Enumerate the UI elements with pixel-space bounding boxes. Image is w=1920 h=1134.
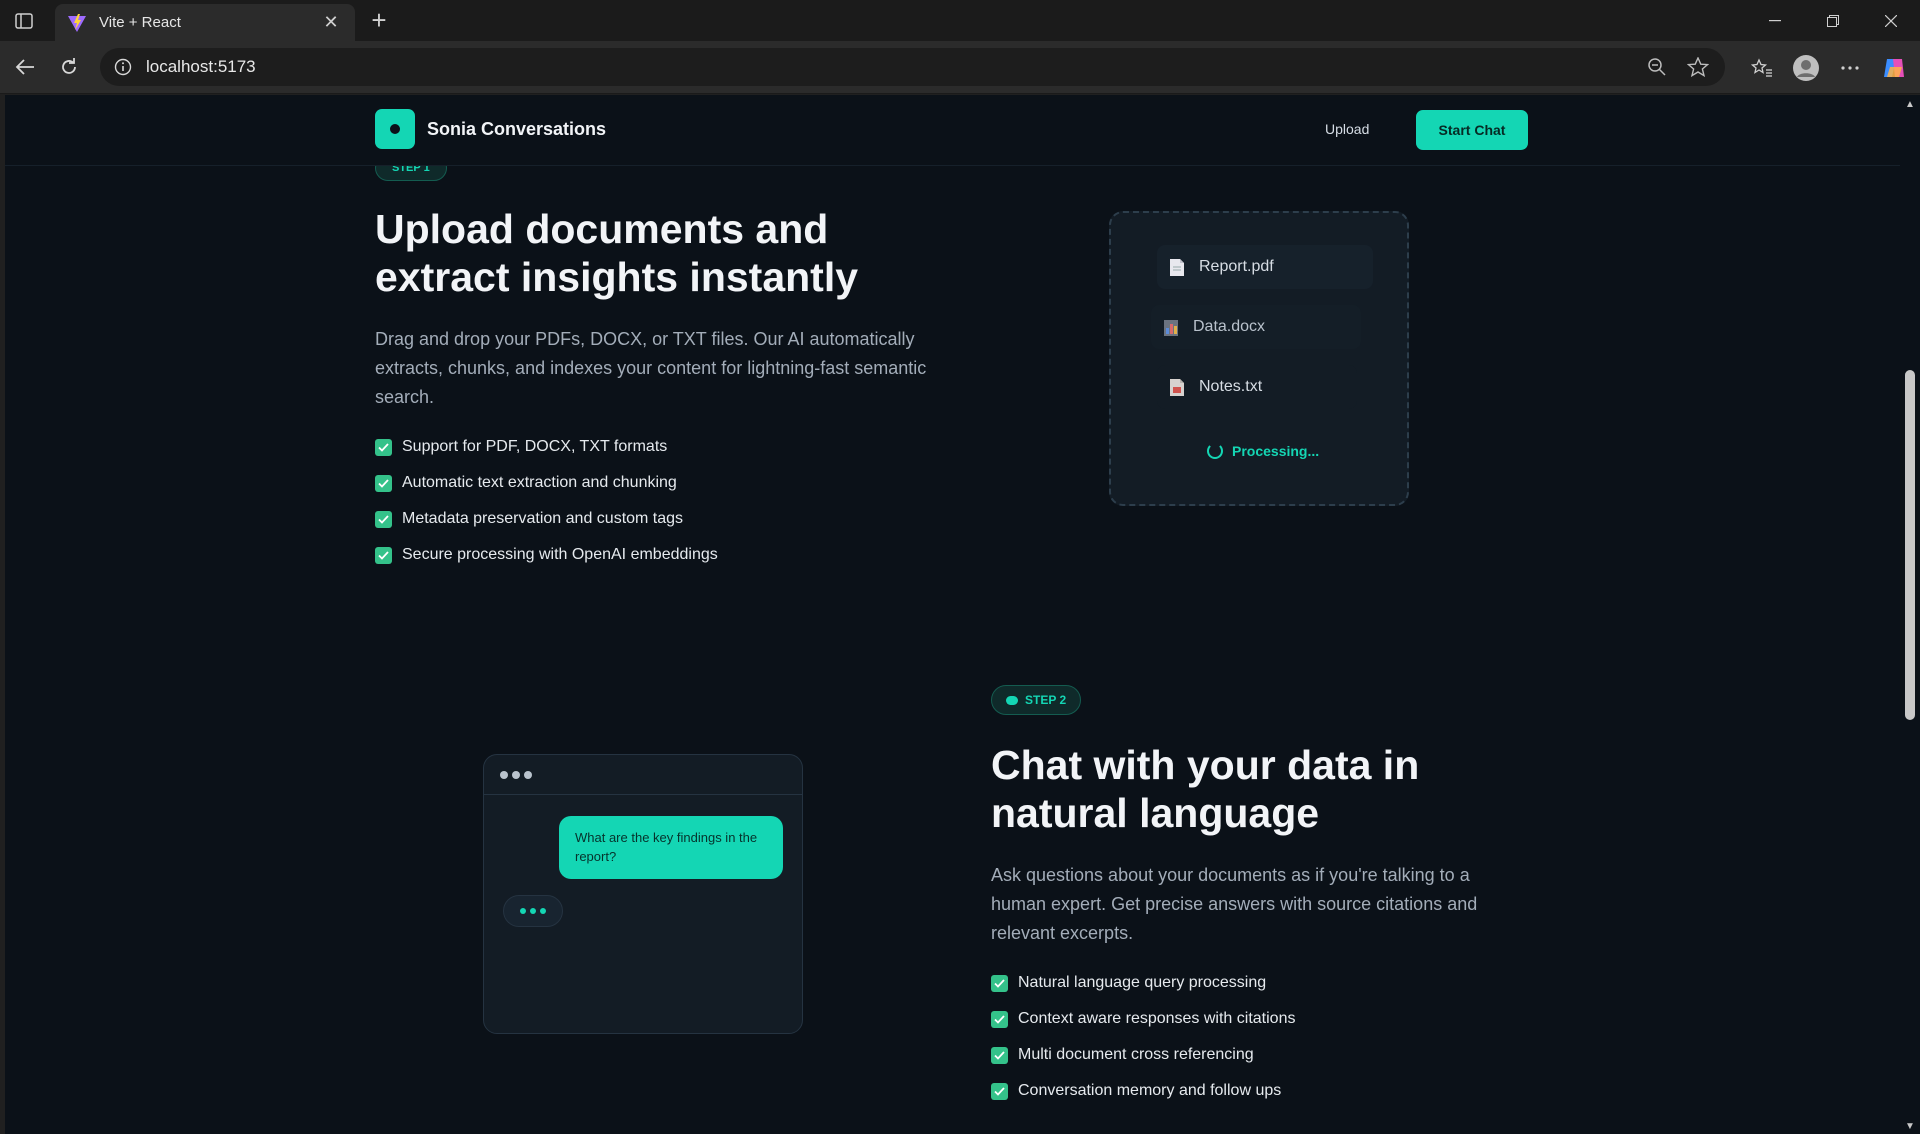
feature-label: Secure processing with OpenAI embeddings <box>402 546 718 563</box>
typing-dot-icon <box>540 908 546 914</box>
step2-title-line1: Chat with your data in <box>991 742 1420 788</box>
checkbox-check-icon <box>991 974 1008 992</box>
scroll-up-arrow-icon[interactable]: ▲ <box>1904 99 1916 110</box>
checkbox-check-icon <box>991 1082 1008 1100</box>
page-viewport: Sonia Conversations Upload Start Chat ST… <box>5 95 1900 1134</box>
list-item: Automatic text extraction and chunking <box>375 465 718 501</box>
list-item: Multi document cross referencing <box>991 1037 1295 1073</box>
brand-logo-icon <box>375 109 415 149</box>
docx-chart-file-icon <box>1164 319 1178 336</box>
list-item: Metadata preservation and custom tags <box>375 501 718 537</box>
feature-label: Natural language query processing <box>1018 974 1267 991</box>
list-item: Context aware responses with citations <box>991 1001 1295 1037</box>
window-controls <box>1746 0 1920 41</box>
feature-label: Automatic text extraction and chunking <box>402 474 677 491</box>
url-text[interactable]: localhost:5173 <box>146 57 1647 77</box>
browser-tab-active[interactable]: Vite + React ✕ <box>55 4 355 41</box>
feature-label: Multi document cross referencing <box>1018 1046 1254 1063</box>
txt-file-icon <box>1170 378 1184 396</box>
step2-feature-list: Natural language query processing Contex… <box>991 965 1295 1109</box>
window-dot-icon <box>512 770 520 779</box>
step2-title-line2: natural language <box>991 790 1320 836</box>
checkbox-check-icon <box>375 474 392 492</box>
vite-favicon-icon <box>68 13 86 32</box>
scroll-down-arrow-icon[interactable]: ▼ <box>1904 1121 1916 1132</box>
browser-tab-strip: Vite + React ✕ + <box>0 0 1920 41</box>
file-item-report: Report.pdf <box>1157 245 1373 289</box>
list-item: Support for PDF, DOCX, TXT formats <box>375 429 718 465</box>
brand[interactable]: Sonia Conversations <box>375 109 606 149</box>
favorite-star-icon[interactable] <box>1687 57 1709 77</box>
browser-toolbar: localhost:5173 <box>0 41 1920 94</box>
step2-description: Ask questions about your documents as if… <box>991 865 1478 943</box>
back-icon[interactable] <box>10 52 40 82</box>
site-info-icon[interactable] <box>114 58 132 76</box>
checkbox-check-icon <box>991 1010 1008 1028</box>
close-tab-icon[interactable]: ✕ <box>321 12 341 33</box>
checkbox-check-icon <box>375 510 392 528</box>
site-header: Sonia Conversations Upload Start Chat <box>5 95 1900 166</box>
step1-description: Drag and drop your PDFs, DOCX, or TXT fi… <box>375 329 927 407</box>
typing-dot-icon <box>520 908 526 914</box>
zoom-out-icon[interactable] <box>1647 57 1667 77</box>
step2-title: Chat with your data in natural language <box>991 741 1531 837</box>
upload-dropzone-illustration: Report.pdf Data.docx Notes.txt Processin… <box>1109 211 1409 506</box>
address-bar[interactable]: localhost:5173 <box>100 48 1725 86</box>
chat-window-illustration: What are the key findings in the report? <box>483 754 803 1034</box>
checkbox-check-icon <box>375 546 392 564</box>
spinner-icon <box>1207 443 1223 459</box>
pdf-file-icon <box>1170 258 1184 276</box>
chat-window-header <box>484 755 802 795</box>
feature-label: Support for PDF, DOCX, TXT formats <box>402 438 668 455</box>
more-options-icon[interactable] <box>1828 46 1872 90</box>
typing-dot-icon <box>530 908 536 914</box>
restore-icon[interactable] <box>1804 0 1862 41</box>
scrollbar-thumb[interactable] <box>1905 370 1915 720</box>
brand-name: Sonia Conversations <box>427 118 607 139</box>
step2-badge: STEP 2 <box>991 685 1082 715</box>
favorites-icon[interactable] <box>1740 46 1784 90</box>
feature-label: Conversation memory and follow ups <box>1018 1082 1282 1099</box>
processing-indicator: Processing... <box>1207 443 1319 459</box>
feature-label: Metadata preservation and custom tags <box>402 510 684 527</box>
feature-label: Context aware responses with citations <box>1018 1010 1296 1027</box>
checkbox-check-icon <box>375 438 392 456</box>
start-chat-button[interactable]: Start Chat <box>1416 110 1528 150</box>
file-name: Data.docx <box>1193 318 1266 335</box>
tab-title: Vite + React <box>99 14 181 31</box>
minimize-icon[interactable] <box>1746 0 1804 41</box>
file-item-notes: Notes.txt <box>1157 365 1357 409</box>
file-name: Notes.txt <box>1199 378 1263 395</box>
tab-actions-icon[interactable] <box>10 8 38 34</box>
step1-title-line1: Upload documents and <box>375 206 829 252</box>
new-tab-icon[interactable]: + <box>364 6 394 36</box>
checkbox-check-icon <box>991 1046 1008 1064</box>
list-item: Conversation memory and follow ups <box>991 1073 1295 1109</box>
file-name: Report.pdf <box>1199 258 1274 275</box>
copilot-icon[interactable] <box>1872 46 1916 90</box>
list-item: Natural language query processing <box>991 965 1295 1001</box>
list-item: Secure processing with OpenAI embeddings <box>375 537 718 573</box>
window-dot-icon <box>500 770 508 779</box>
reload-icon[interactable] <box>54 52 84 82</box>
typing-indicator <box>503 895 563 927</box>
profile-avatar-icon[interactable] <box>1784 46 1828 90</box>
window-dot-icon <box>524 770 532 779</box>
chat-bubble-icon <box>1006 695 1018 705</box>
file-item-data: Data.docx <box>1151 305 1361 349</box>
processing-label: Processing... <box>1232 443 1320 459</box>
close-window-icon[interactable] <box>1862 0 1920 41</box>
step2-badge-label: STEP 2 <box>1025 693 1067 707</box>
step1-title-line2: extract insights instantly <box>375 254 859 300</box>
page-scrollbar[interactable]: ▲ ▼ <box>1900 95 1920 1134</box>
nav-upload-link[interactable]: Upload <box>1325 121 1369 137</box>
step1-title: Upload documents and extract insights in… <box>375 205 935 301</box>
toolbar-right <box>1740 41 1920 94</box>
step1-feature-list: Support for PDF, DOCX, TXT formats Autom… <box>375 429 718 573</box>
user-message-bubble: What are the key findings in the report? <box>559 816 783 879</box>
